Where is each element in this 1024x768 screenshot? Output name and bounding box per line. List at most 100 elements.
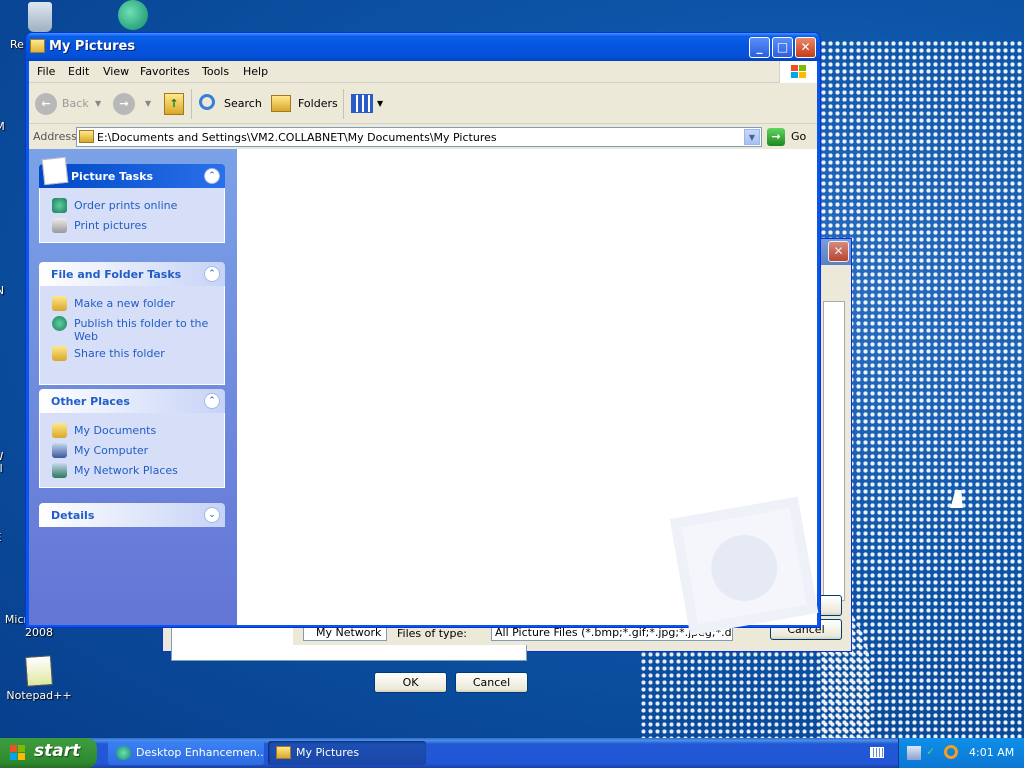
tray-search-icon[interactable] bbox=[944, 745, 958, 759]
menu-edit[interactable]: Edit bbox=[68, 65, 89, 78]
folders-label: Folders bbox=[298, 97, 338, 110]
background-dialog-close-button[interactable]: ✕ bbox=[828, 241, 849, 262]
collapse-chevron-icon[interactable]: ⌃ bbox=[204, 266, 220, 282]
search-icon bbox=[199, 94, 215, 110]
windows-logo-icon bbox=[779, 61, 817, 83]
views-icon bbox=[351, 94, 373, 113]
back-arrow-icon: ← bbox=[35, 93, 57, 115]
system-tray: ✓ 4:01 AM bbox=[898, 738, 1024, 768]
collapse-chevron-icon[interactable]: ⌃ bbox=[204, 393, 220, 409]
desktop-icon-label: Notepad++ bbox=[6, 689, 72, 702]
address-input[interactable]: E:\Documents and Settings\VM2.COLLABNET\… bbox=[76, 127, 762, 147]
start-button[interactable]: start bbox=[0, 738, 97, 768]
picture-tasks-header[interactable]: Picture Tasks ⌃ bbox=[39, 156, 225, 188]
other-places-title: Other Places bbox=[51, 395, 130, 408]
address-bar: Address E:\Documents and Settings\VM2.CO… bbox=[29, 125, 817, 149]
toolbar-separator bbox=[343, 89, 344, 119]
file-folder-tasks-group: File and Folder Tasks ⌃ Make a new folde… bbox=[39, 262, 225, 385]
desktop-icon-notepadpp[interactable]: Notepad++ bbox=[4, 655, 74, 702]
recycle-bin-icon bbox=[28, 2, 52, 32]
address-path: E:\Documents and Settings\VM2.COLLABNET\… bbox=[97, 131, 497, 144]
forward-dropdown-icon[interactable]: ▼ bbox=[145, 91, 151, 117]
files-of-type-label: Files of type: bbox=[397, 627, 468, 640]
window-titlebar[interactable]: My Pictures _ □ ✕ bbox=[26, 33, 820, 61]
picture-tasks-icon bbox=[41, 156, 69, 186]
file-list-area[interactable] bbox=[237, 149, 819, 636]
content-area: Picture Tasks ⌃ Order prints online Prin… bbox=[29, 149, 819, 636]
order-prints-icon bbox=[52, 198, 67, 213]
taskbar: start Desktop Enhancemen... My Pictures … bbox=[0, 738, 1024, 768]
folders-button[interactable]: Folders bbox=[269, 91, 338, 117]
file-folder-tasks-header[interactable]: File and Folder Tasks ⌃ bbox=[39, 262, 225, 286]
my-documents-icon bbox=[52, 423, 67, 438]
globe-icon bbox=[118, 0, 148, 30]
go-label: Go bbox=[791, 130, 807, 143]
details-header[interactable]: Details ⌄ bbox=[39, 503, 225, 527]
window-client: File Edit View Favorites Tools Help ← Ba… bbox=[29, 61, 819, 636]
task-pane: Picture Tasks ⌃ Order prints online Prin… bbox=[29, 149, 237, 625]
go-button[interactable]: → Go bbox=[767, 127, 813, 147]
up-folder-button[interactable]: ↑ bbox=[162, 91, 186, 117]
other-places-header[interactable]: Other Places ⌃ bbox=[39, 389, 225, 413]
menu-bar: File Edit View Favorites Tools Help bbox=[29, 61, 817, 83]
tray-app-icon[interactable] bbox=[907, 746, 921, 760]
ok-button[interactable]: OK bbox=[374, 672, 447, 693]
taskbar-button-my-pictures[interactable]: My Pictures bbox=[268, 741, 426, 765]
desktop-icon-globe[interactable] bbox=[98, 0, 168, 33]
notepad-icon bbox=[24, 655, 54, 687]
my-pictures-folder-icon bbox=[276, 746, 291, 759]
other-places-group: Other Places ⌃ My Documents My Computer … bbox=[39, 389, 225, 488]
tray-update-icon[interactable]: ✓ bbox=[926, 745, 940, 760]
expand-chevron-icon[interactable]: ⌄ bbox=[204, 507, 220, 523]
desktop-fragment: Fl bbox=[0, 462, 3, 475]
picture-tasks-title: Picture Tasks bbox=[71, 170, 154, 183]
search-button[interactable]: Search bbox=[197, 91, 262, 117]
forward-arrow-icon: → bbox=[113, 93, 135, 115]
window-title: My Pictures bbox=[49, 39, 136, 54]
keyboard-icon[interactable] bbox=[870, 747, 884, 758]
menu-file[interactable]: File bbox=[37, 65, 55, 78]
my-pictures-window: My Pictures _ □ ✕ File Edit View Favorit… bbox=[25, 32, 821, 636]
toolbar: ← Back ▼ → ▼ ↑ Search Folders ▼ bbox=[29, 84, 817, 124]
minimize-button[interactable]: _ bbox=[749, 37, 770, 58]
toolbar-separator bbox=[191, 89, 192, 119]
pictures-watermark-icon bbox=[669, 496, 819, 636]
address-label: Address bbox=[33, 130, 77, 143]
network-places-icon bbox=[52, 463, 67, 478]
maximize-button[interactable]: □ bbox=[772, 37, 793, 58]
desktop-fragment: N bbox=[0, 284, 20, 297]
menu-view[interactable]: View bbox=[103, 65, 129, 78]
taskbar-button-desktop-enhancements[interactable]: Desktop Enhancemen... bbox=[108, 741, 264, 765]
share-folder-icon bbox=[52, 346, 67, 361]
go-arrow-icon: → bbox=[767, 128, 785, 146]
desktop-icon-recycle-bin[interactable]: Re bbox=[5, 2, 75, 51]
my-computer-icon bbox=[52, 443, 67, 458]
views-button[interactable]: ▼ bbox=[349, 91, 385, 117]
back-dropdown-icon[interactable]: ▼ bbox=[95, 91, 101, 117]
publish-web-icon bbox=[52, 316, 67, 331]
new-folder-icon bbox=[52, 296, 67, 311]
menu-favorites[interactable]: Favorites bbox=[140, 65, 190, 78]
address-dropdown-button[interactable]: ▼ bbox=[744, 129, 760, 145]
cancel-button[interactable]: Cancel bbox=[455, 672, 528, 693]
up-folder-icon: ↑ bbox=[164, 93, 184, 115]
desktop-fragment: E bbox=[0, 531, 18, 544]
clock: 4:01 AM bbox=[969, 746, 1015, 759]
file-folder-tasks-title: File and Folder Tasks bbox=[51, 268, 182, 281]
forward-button[interactable]: → bbox=[113, 91, 139, 117]
back-button[interactable]: ← Back bbox=[35, 91, 99, 117]
details-title: Details bbox=[51, 509, 95, 522]
menu-tools[interactable]: Tools bbox=[202, 65, 229, 78]
windows-flag-icon bbox=[10, 745, 26, 761]
back-label: Back bbox=[62, 97, 89, 110]
menu-help[interactable]: Help bbox=[243, 65, 268, 78]
views-dropdown-icon: ▼ bbox=[377, 99, 384, 108]
collapse-chevron-icon[interactable]: ⌃ bbox=[204, 168, 220, 184]
search-label: Search bbox=[224, 97, 262, 110]
picture-tasks-group: Picture Tasks ⌃ Order prints online Prin… bbox=[39, 156, 225, 243]
printer-icon bbox=[52, 218, 67, 233]
address-folder-icon bbox=[79, 130, 94, 143]
close-button[interactable]: ✕ bbox=[795, 37, 816, 58]
desktop-enhancements-icon bbox=[116, 746, 131, 760]
folder-icon bbox=[30, 39, 45, 53]
